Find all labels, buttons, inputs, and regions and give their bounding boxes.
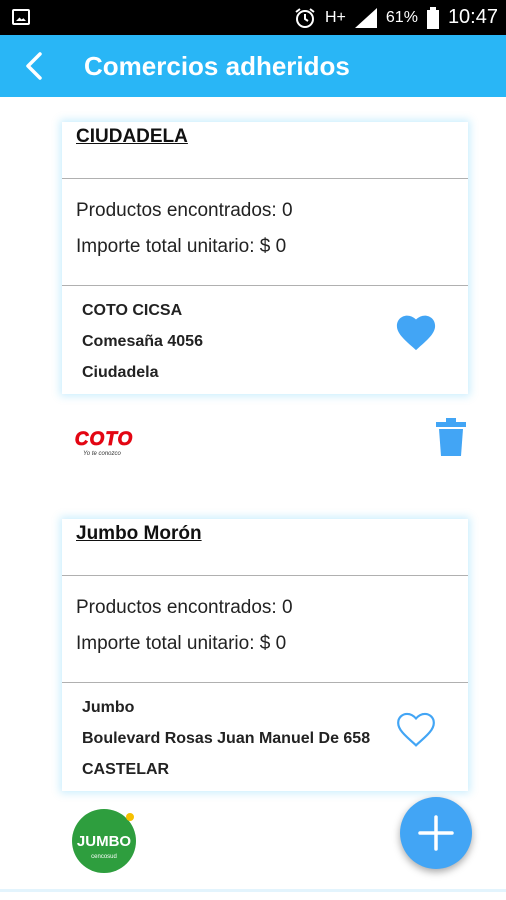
heart-outline-icon[interactable] [394,709,438,749]
store-address: Boulevard Rosas Juan Manuel De 658 [82,730,371,747]
store-card[interactable]: Jumbo Morón Productos encontrados: 0 Imp… [62,519,468,791]
bottom-divider [0,889,506,892]
jumbo-logo: JUMBO cencosud [72,809,136,873]
store-company: Jumbo [82,699,135,716]
store-card[interactable]: CIUDADELA Productos encontrados: 0 Impor… [62,122,468,394]
store-name: CIUDADELA [76,126,188,147]
add-store-button[interactable] [400,797,472,869]
heart-filled-icon[interactable] [394,312,438,352]
signal-icon [354,7,377,28]
battery-percent: 61% [385,8,418,26]
svg-text:Yo te conozco: Yo te conozco [83,451,121,457]
battery-icon [426,6,439,29]
status-right: H+ 61% 10:47 [294,0,498,35]
network-type: H+ [325,8,346,26]
total-amount: Importe total unitario: $ 0 [76,633,287,654]
clock: 10:47 [447,6,498,28]
divider [62,178,468,179]
app-bar: Comercios adheridos [0,35,506,97]
store-company: COTO CICSA [82,302,183,319]
svg-text:cencosud: cencosud [91,854,117,860]
trash-icon[interactable] [436,418,466,456]
alarm-icon [295,7,315,28]
divider [62,682,468,683]
products-found: Productos encontrados: 0 [76,597,293,618]
coto-logo: COTO Yo te conozco [74,429,134,457]
svg-text:JUMBO: JUMBO [77,833,132,850]
total-amount: Importe total unitario: $ 0 [76,236,287,257]
store-address: Comesaña 4056 [82,333,203,350]
plus-icon [418,815,454,851]
store-city: Ciudadela [82,364,159,381]
divider [62,285,468,286]
products-found: Productos encontrados: 0 [76,200,293,221]
back-arrow-icon[interactable] [14,46,54,86]
image-icon [12,9,30,25]
status-bar: H+ 61% 10:47 [0,0,506,35]
svg-text:COTO: COTO [75,429,134,450]
divider [62,575,468,576]
store-name: Jumbo Morón [76,523,202,544]
store-city: CASTELAR [82,761,170,778]
page-title: Comercios adheridos [84,51,350,81]
